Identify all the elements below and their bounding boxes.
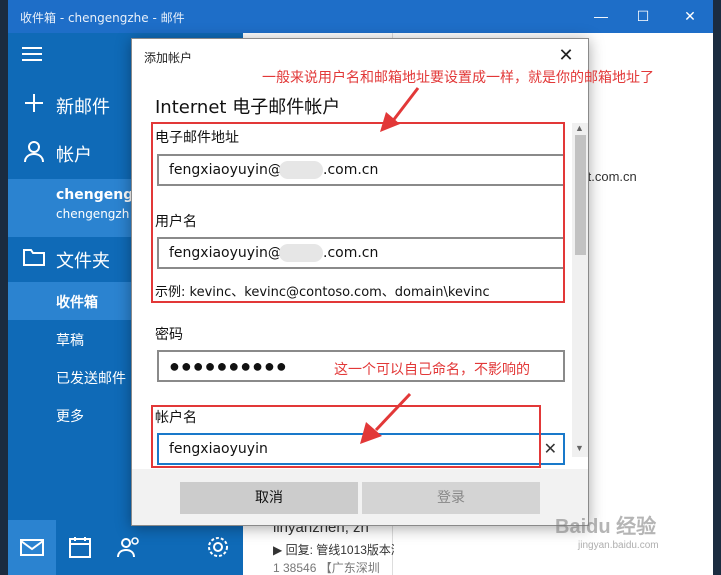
close-window-button[interactable]: ✕ xyxy=(667,0,713,33)
watermark-brand: Baidu 经验 xyxy=(555,516,657,538)
account-name: chengeng xyxy=(56,187,134,203)
title-bar: 收件箱 - chengengzhe - 邮件 — ☐ ✕ xyxy=(8,0,713,33)
dialog-close-button[interactable]: ✕ xyxy=(556,45,576,65)
scrollbar-thumb[interactable] xyxy=(575,135,586,255)
annotation-arrow-middle xyxy=(360,392,412,444)
maximize-button[interactable]: ☐ xyxy=(620,0,666,33)
minimize-button[interactable]: — xyxy=(578,0,624,33)
account-email: chengengzh xyxy=(56,207,130,221)
folder-label: 草稿 xyxy=(56,333,84,349)
dialog-footer: 取消 登录 xyxy=(132,469,588,525)
people-icon[interactable] xyxy=(116,534,142,560)
folder-icon xyxy=(23,249,45,266)
message-subject: ▶ 回复: 管线1013版本测 xyxy=(273,543,403,557)
message-preview: 1 38546 【广东深圳 xyxy=(273,561,380,575)
folder-label: 收件箱 xyxy=(56,295,98,311)
annotation-arrow-top xyxy=(380,87,420,132)
bottom-app-bar xyxy=(8,520,243,575)
folder-label: 已发送邮件 xyxy=(56,371,126,387)
mail-icon xyxy=(20,539,44,556)
dialog-scrollbar[interactable]: ▲ ▼ xyxy=(572,123,588,457)
clear-field-icon[interactable]: ✕ xyxy=(544,439,557,459)
scroll-up-icon[interactable]: ▲ xyxy=(575,123,584,133)
password-dots: ●●●●●●●●●● xyxy=(169,356,288,376)
plus-icon xyxy=(25,94,43,112)
desktop-edge xyxy=(713,0,721,575)
annotation-top-note: 一般来说用户名和邮箱地址要设置成一样，就是你的邮箱地址了 xyxy=(262,70,654,86)
folder-label: 更多 xyxy=(56,409,84,425)
calendar-icon[interactable] xyxy=(67,534,93,560)
watermark-url: jingyan.baidu.com xyxy=(578,540,659,551)
annotation-box-email-username xyxy=(151,122,565,303)
dialog-title: 添加帐户 xyxy=(144,51,193,65)
folders-label: 文件夹 xyxy=(56,251,110,272)
annotation-box-account-name xyxy=(151,405,541,468)
settings-gear-icon[interactable] xyxy=(205,534,231,560)
reading-partial-text: ft.com.cn xyxy=(584,169,637,184)
cancel-button[interactable]: 取消 xyxy=(180,482,358,514)
window-title: 收件箱 - chengengzhe - 邮件 xyxy=(20,11,185,25)
scroll-down-icon[interactable]: ▼ xyxy=(575,443,584,453)
annotation-middle-note: 这一个可以自己命名，不影响的 xyxy=(334,362,530,378)
new-mail-label: 新邮件 xyxy=(56,97,110,118)
dialog-heading: Internet 电子邮件帐户 xyxy=(155,97,341,118)
person-icon xyxy=(24,141,44,163)
accounts-label: 帐户 xyxy=(56,145,92,166)
password-label: 密码 xyxy=(155,327,183,343)
hamburger-menu-icon[interactable] xyxy=(22,47,42,61)
login-button[interactable]: 登录 xyxy=(362,482,540,514)
